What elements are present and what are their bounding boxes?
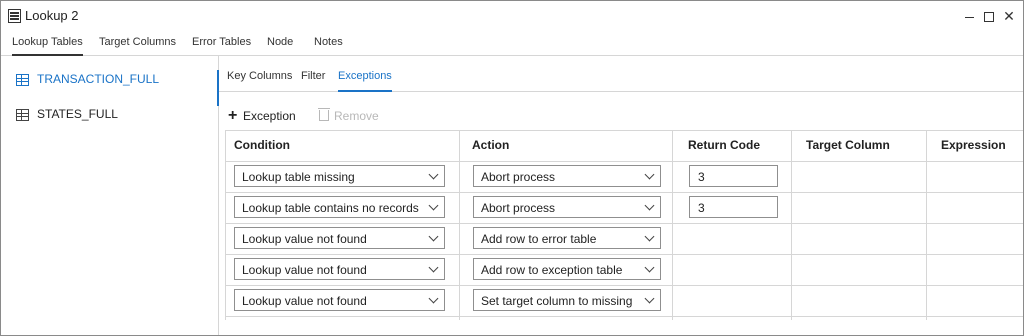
close-icon[interactable]: ✕	[1002, 9, 1016, 23]
chevron-down-icon	[644, 200, 655, 211]
title-bar: Lookup 2 ✕	[1, 1, 1023, 31]
tab-error-tables[interactable]: Error Tables	[192, 31, 251, 54]
return-code-input[interactable]: 3	[689, 165, 778, 187]
condition-select[interactable]: Lookup value not found	[234, 227, 445, 249]
table-item-transaction-full[interactable]: TRANSACTION_FULL	[1, 64, 219, 106]
action-value: Add row to error table	[481, 232, 597, 246]
return-code-value: 3	[698, 201, 705, 215]
condition-value: Lookup table missing	[242, 170, 355, 184]
remove-button[interactable]: Remove	[318, 108, 381, 124]
column-header-expression: Expression	[941, 138, 1006, 152]
action-value: Set target column to missing	[481, 294, 633, 308]
tab-notes[interactable]: Notes	[314, 31, 343, 54]
lookup-tables-list: TRANSACTION_FULL STATES_FULL	[1, 56, 219, 335]
chevron-down-icon	[644, 293, 655, 304]
table-item-label: TRANSACTION_FULL	[37, 72, 160, 86]
minimize-icon[interactable]	[963, 9, 977, 23]
chevron-down-icon	[644, 169, 655, 180]
trash-icon	[318, 108, 330, 121]
condition-select[interactable]: Lookup table contains no records	[234, 196, 445, 218]
return-code-input[interactable]: 3	[689, 196, 778, 218]
maximize-icon[interactable]	[982, 9, 996, 23]
tab-filter[interactable]: Filter	[301, 70, 325, 90]
action-value: Abort process	[481, 170, 556, 184]
condition-value: Lookup value not found	[242, 263, 367, 277]
column-header-action: Action	[472, 138, 510, 152]
action-select[interactable]: Abort process	[473, 165, 661, 187]
action-select[interactable]: Abort process	[473, 196, 661, 218]
table-icon	[16, 109, 29, 121]
exceptions-grid: Condition Action Return Code Target Colu…	[225, 130, 1023, 320]
condition-select[interactable]: Lookup value not found	[234, 289, 445, 311]
tab-key-columns[interactable]: Key Columns	[227, 70, 292, 90]
chevron-down-icon	[428, 200, 439, 211]
sub-tabs: Key Columns Filter Exceptions	[219, 63, 1023, 92]
add-exception-label: Exception	[243, 109, 296, 123]
lookup-node-icon	[8, 9, 21, 23]
action-select[interactable]: Add row to exception table	[473, 258, 661, 280]
tab-node[interactable]: Node	[267, 31, 293, 54]
chevron-down-icon	[644, 231, 655, 242]
column-header-target-column: Target Column	[806, 138, 890, 152]
condition-value: Lookup value not found	[242, 294, 367, 308]
chevron-down-icon	[644, 262, 655, 273]
action-select[interactable]: Set target column to missing	[473, 289, 661, 311]
chevron-down-icon	[428, 231, 439, 242]
table-item-label: STATES_FULL	[37, 107, 118, 121]
lookup-window: Lookup 2 ✕ Lookup Tables Target Columns …	[0, 0, 1024, 336]
column-header-return-code: Return Code	[688, 138, 760, 152]
action-select[interactable]: Add row to error table	[473, 227, 661, 249]
remove-label: Remove	[334, 109, 379, 123]
action-value: Abort process	[481, 201, 556, 215]
chevron-down-icon	[428, 169, 439, 180]
table-item-states-full[interactable]: STATES_FULL	[1, 99, 218, 129]
tab-exceptions[interactable]: Exceptions	[338, 70, 392, 92]
column-header-condition: Condition	[234, 138, 290, 152]
condition-value: Lookup value not found	[242, 232, 367, 246]
main-tabs: Lookup Tables Target Columns Error Table…	[1, 31, 1023, 56]
add-exception-button[interactable]: + Exception	[228, 108, 300, 124]
tab-target-columns[interactable]: Target Columns	[99, 31, 176, 54]
chevron-down-icon	[428, 262, 439, 273]
condition-value: Lookup table contains no records	[242, 201, 419, 215]
chevron-down-icon	[428, 293, 439, 304]
action-value: Add row to exception table	[481, 263, 623, 277]
table-icon	[16, 74, 29, 86]
window-title: Lookup 2	[25, 8, 79, 23]
condition-select[interactable]: Lookup value not found	[234, 258, 445, 280]
plus-icon: +	[228, 107, 238, 124]
return-code-value: 3	[698, 170, 705, 184]
tab-lookup-tables[interactable]: Lookup Tables	[12, 31, 83, 56]
condition-select[interactable]: Lookup table missing	[234, 165, 445, 187]
